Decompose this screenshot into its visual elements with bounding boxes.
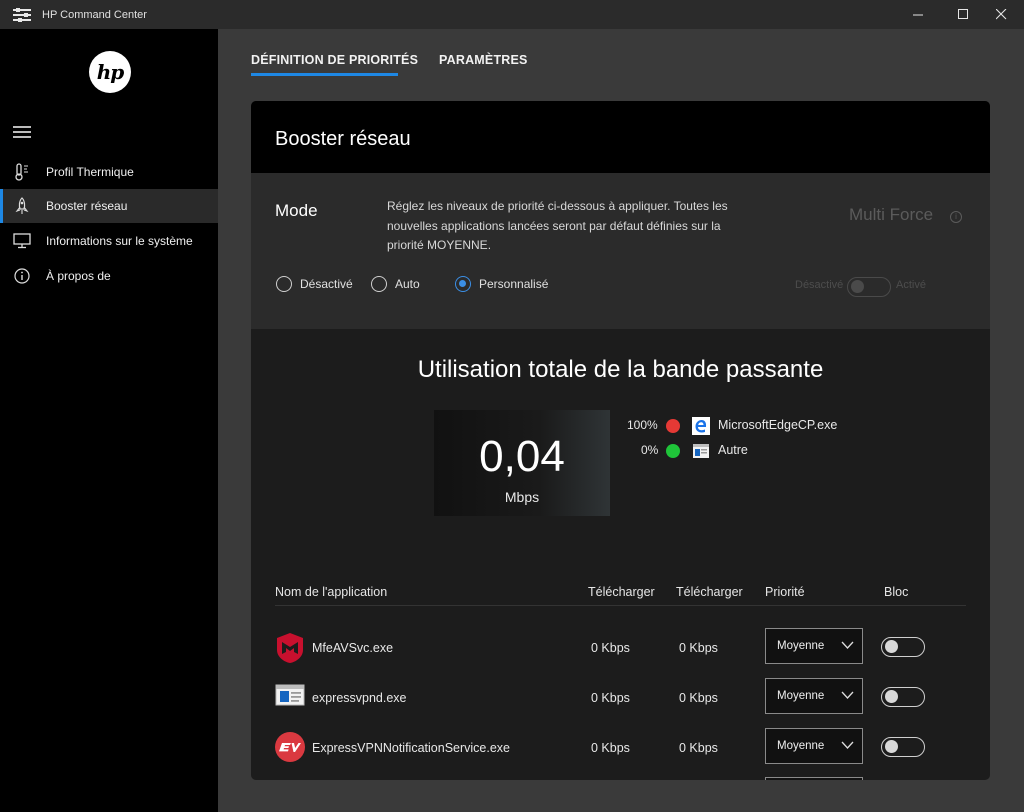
mcafee-icon — [275, 632, 305, 663]
legend-percent: 0% — [641, 443, 659, 457]
priority-select-value: Moyenne — [777, 740, 825, 752]
multi-force-title: Multi Force — [849, 205, 934, 224]
download-rate: 0 Kbps — [591, 741, 630, 755]
sidebar-item-thermal-profile[interactable]: Profil Thermique — [0, 155, 218, 189]
rocket-icon — [13, 197, 31, 215]
legend-color-dot — [666, 419, 680, 433]
bandwidth-legend-item: 0% Autre — [611, 442, 841, 460]
table-header-divider — [275, 605, 966, 606]
chevron-down-icon — [841, 641, 854, 649]
tab-priorities[interactable]: DÉFINITION DE PRIORITÉS — [251, 53, 418, 67]
card-title: Booster réseau — [275, 128, 411, 150]
priority-select-value: Moyenne — [777, 690, 825, 702]
radio-label: Désactivé — [300, 277, 353, 291]
app-name: MfeAVSvc.exe — [312, 641, 394, 655]
window-icon — [275, 684, 305, 714]
radio-circle — [371, 276, 387, 292]
priority-select-value: Moyenne — [777, 640, 825, 652]
bandwidth-meter: 0,04 Mbps — [434, 410, 610, 516]
column-header-download: Télécharger — [588, 585, 655, 599]
block-toggle[interactable] — [881, 637, 925, 657]
priority-select[interactable]: Moyenne — [765, 728, 863, 764]
mode-radio-disabled[interactable]: Désactivé — [276, 276, 353, 292]
mode-title: Mode — [275, 201, 318, 220]
bandwidth-title: Utilisation totale de la bande passante — [417, 356, 824, 383]
active-tab-indicator — [251, 73, 398, 76]
maximize-icon — [957, 9, 968, 19]
priority-select[interactable]: Moyenne — [765, 678, 863, 714]
multi-force-toggle — [847, 277, 891, 297]
multi-force-on-label: Activé — [896, 279, 926, 291]
priority-select-partial[interactable] — [765, 777, 863, 780]
hp-logo: hp — [89, 51, 131, 93]
mode-radio-custom[interactable]: Personnalisé — [455, 276, 548, 292]
window-title: HP Command Center — [42, 8, 147, 21]
app-name: expressvpnd.exe — [312, 691, 407, 705]
close-icon — [995, 9, 1006, 20]
sidebar-item-label: À propos de — [46, 269, 111, 283]
bandwidth-unit: Mbps — [504, 489, 540, 505]
legend-color-dot — [666, 444, 680, 458]
column-header-app-name: Nom de l'application — [275, 585, 388, 599]
app-name: ExpressVPNNotificationService.exe — [312, 741, 510, 755]
network-booster-card: Booster réseau Mode Réglez les niveaux d… — [251, 101, 990, 780]
title-bar: HP Command Center — [0, 0, 1024, 29]
bandwidth-legend-item: 100% MicrosoftEdgeCP.exe — [611, 417, 841, 435]
upload-rate: 0 Kbps — [679, 691, 718, 705]
sidebar-item-label: Booster réseau — [46, 199, 128, 213]
minimize-icon — [912, 14, 923, 16]
download-rate: 0 Kbps — [591, 641, 630, 655]
radio-label: Auto — [395, 277, 420, 291]
edge-icon — [692, 417, 710, 435]
legend-name: MicrosoftEdgeCP.exe — [718, 418, 838, 432]
expressvpn-icon — [275, 732, 305, 762]
column-header-priority: Priorité — [765, 585, 805, 599]
mode-description: Réglez les niveaux de priorité ci-dessou… — [387, 199, 728, 252]
mode-radio-auto[interactable]: Auto — [371, 276, 420, 292]
tab-settings[interactable]: PARAMÈTRES — [439, 53, 528, 67]
column-header-block: Bloc — [884, 585, 909, 599]
info-icon — [13, 267, 31, 285]
sidebar-item-label: Profil Thermique — [46, 165, 134, 179]
radio-circle — [276, 276, 292, 292]
column-header-upload: Télécharger — [676, 585, 743, 599]
thermometer-icon — [13, 163, 31, 181]
upload-rate: 0 Kbps — [679, 641, 718, 655]
bandwidth-value: 0,04 — [479, 432, 565, 481]
sidebar-item-label: Informations sur le système — [46, 234, 193, 248]
monitor-icon — [13, 232, 31, 250]
close-button[interactable] — [978, 0, 1024, 29]
sidebar-item-network-booster[interactable]: Booster réseau — [0, 189, 218, 223]
sidebar-item-about[interactable]: À propos de — [0, 259, 218, 293]
hamburger-menu-icon[interactable] — [13, 126, 31, 138]
priority-select[interactable]: Moyenne — [765, 628, 863, 664]
block-toggle[interactable] — [881, 737, 925, 757]
radio-circle — [455, 276, 471, 292]
mode-panel: Mode Réglez les niveaux de priorité ci-d… — [251, 173, 990, 329]
sidebar: hp Profil Thermique Booster réseau Infor… — [0, 29, 218, 812]
chevron-down-icon — [841, 741, 854, 749]
radio-label: Personnalisé — [479, 277, 549, 291]
minimize-button[interactable] — [895, 0, 941, 29]
download-rate: 0 Kbps — [591, 691, 630, 705]
block-toggle[interactable] — [881, 687, 925, 707]
window-icon — [692, 442, 710, 460]
upload-rate: 0 Kbps — [679, 741, 718, 755]
chevron-down-icon — [841, 691, 854, 699]
sidebar-item-system-info[interactable]: Informations sur le système — [0, 224, 218, 258]
multi-force-info-icon[interactable]: i — [950, 211, 962, 223]
multi-force-off-label: Désactivé — [795, 279, 844, 291]
legend-name: Autre — [718, 443, 748, 457]
card-header: Booster réseau — [251, 101, 990, 173]
legend-percent: 100% — [627, 418, 658, 432]
app-sliders-icon — [13, 7, 31, 22]
